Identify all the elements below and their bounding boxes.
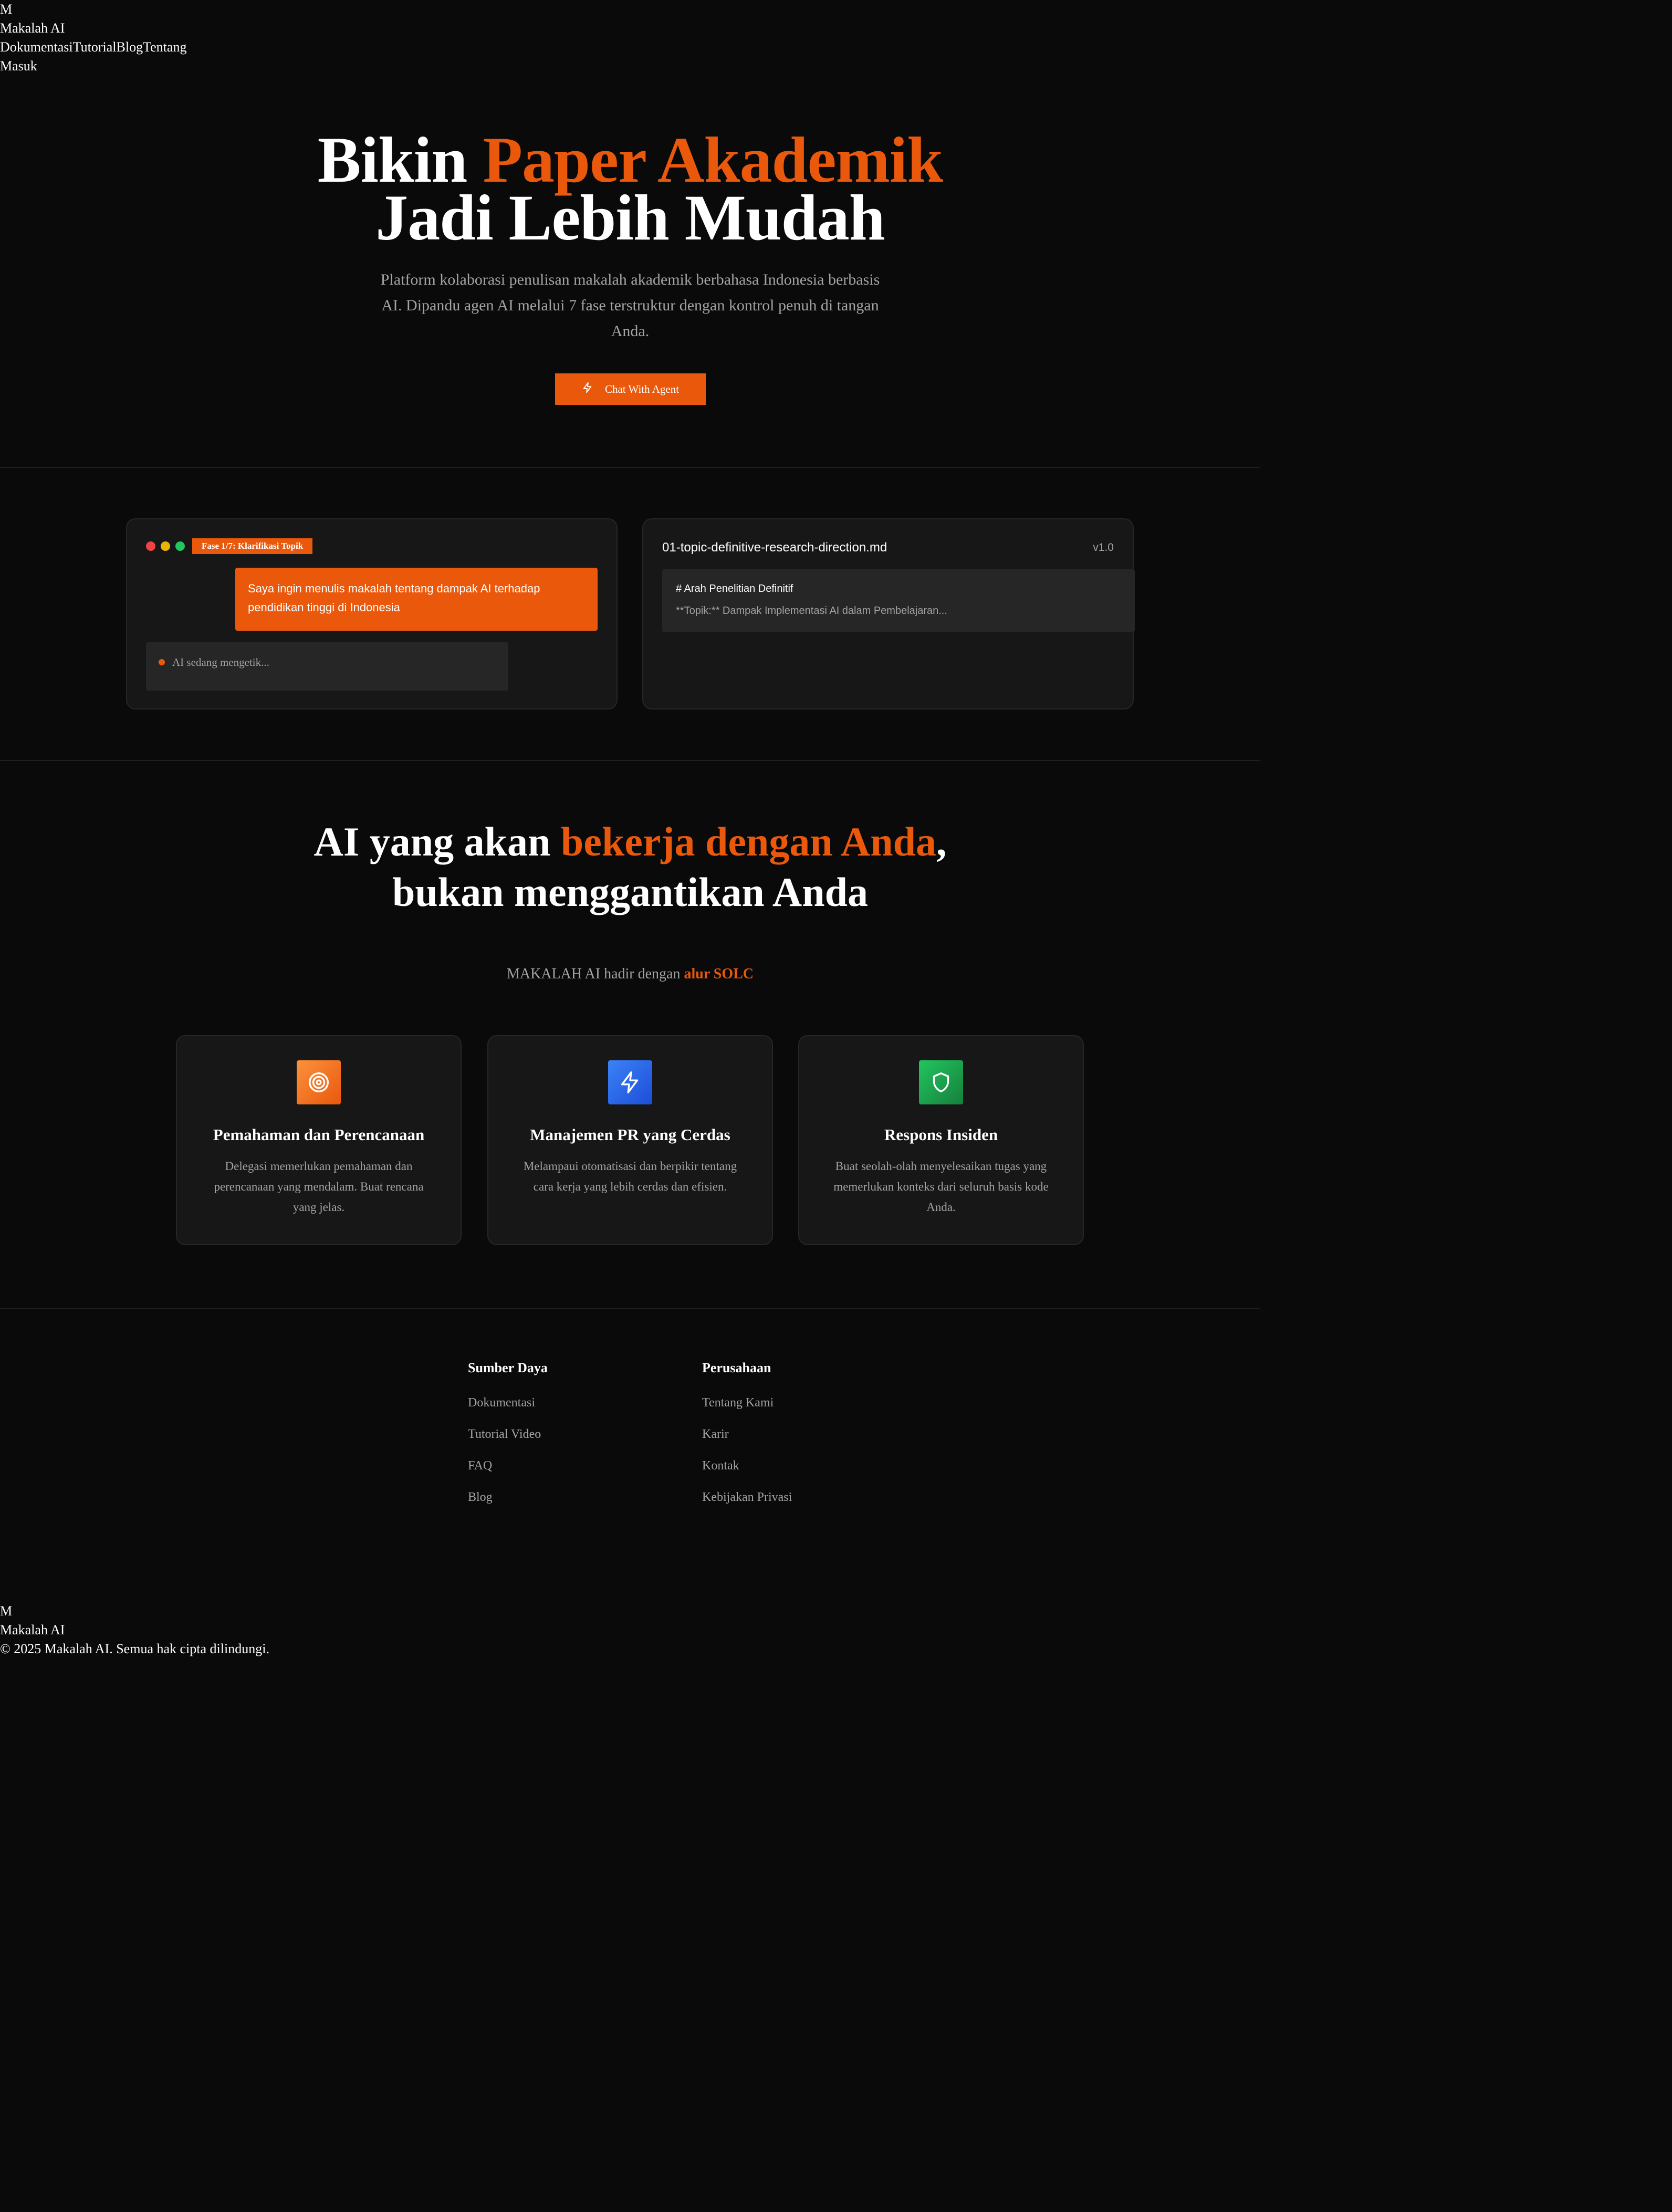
document-demo-card: 01-topic-definitive-research-direction.m…	[642, 518, 1135, 709]
minimize-dot	[161, 541, 170, 551]
hero-title-line2: Jadi Lebih Mudah	[375, 182, 885, 254]
section-divider	[0, 467, 1260, 468]
feature-card: Pemahaman dan Perencanaan Delegasi memer…	[176, 1035, 462, 1245]
document-filename: 01-topic-definitive-research-direction.m…	[662, 540, 887, 555]
footer-brand-name[interactable]: Makalah AI	[0, 1621, 269, 1640]
copyright-text: © 2025 Makalah AI. Semua hak cipta dilin…	[0, 1641, 269, 1656]
maximize-dot	[175, 541, 185, 551]
user-message-bubble: Saya ingin menulis makalah tentang dampa…	[235, 568, 598, 631]
close-dot	[146, 541, 155, 551]
feature-description: Delegasi memerlukan pemahaman dan perenc…	[214, 1160, 424, 1214]
main-nav: Dokumentasi Tutorial Blog Tentang	[0, 38, 186, 57]
phase-badge: Fase 1/7: Klarifikasi Topik	[192, 538, 313, 554]
features-section: AI yang akan bekerja dengan Anda, bukan …	[0, 817, 1260, 983]
hero-section: Bikin Paper Akademik Jadi Lebih Mudah Pl…	[0, 128, 1260, 405]
document-preview: # Arah Penelitian Definitif **Topik:** D…	[662, 569, 1135, 632]
chat-demo-card: Fase 1/7: Klarifikasi Topik Saya ingin m…	[126, 518, 618, 709]
typing-text: AI sedang mengetik...	[172, 656, 269, 669]
brand-name[interactable]: Makalah AI	[0, 19, 186, 38]
footer-column-company: Perusahaan Tentang Kami Karir Kontak Keb…	[702, 1360, 792, 1521]
feature-card: Manajemen PR yang Cerdas Melampaui otoma…	[487, 1035, 773, 1245]
footer-link-tutorial-video[interactable]: Tutorial Video	[468, 1426, 548, 1442]
nav-link-tutorial[interactable]: Tutorial	[73, 38, 117, 57]
footer-column-title: Perusahaan	[702, 1360, 771, 1375]
footer-link-karir[interactable]: Karir	[702, 1426, 792, 1442]
hero-subtitle: Platform kolaborasi penulisan makalah ak…	[380, 271, 880, 340]
footer-link-blog[interactable]: Blog	[468, 1489, 548, 1505]
document-version: v1.0	[1093, 541, 1114, 554]
lightning-icon	[608, 1060, 652, 1104]
footer-link-kebijakan-privasi[interactable]: Kebijakan Privasi	[702, 1489, 792, 1505]
site-header: M Makalah AI Dokumentasi Tutorial Blog T…	[0, 0, 186, 76]
lightning-icon	[582, 382, 593, 397]
feature-description: Buat seolah-olah menyelesaikan tugas yan…	[833, 1160, 1049, 1214]
tagline-prefix: MAKALAH AI hadir dengan	[506, 966, 684, 982]
features-heading-part1: AI yang akan	[314, 819, 561, 864]
features-heading: AI yang akan bekerja dengan Anda, bukan …	[0, 817, 1260, 917]
nav-link-dokumentasi[interactable]: Dokumentasi	[0, 38, 73, 57]
footer-column-title: Sumber Daya	[468, 1360, 548, 1375]
footer-link-kontak[interactable]: Kontak	[702, 1458, 792, 1474]
features-heading-line2: bukan menggantikan Anda	[392, 869, 869, 915]
section-divider	[0, 1308, 1260, 1309]
nav-link-tentang[interactable]: Tentang	[143, 38, 186, 57]
login-link[interactable]: Masuk	[0, 57, 186, 76]
footer-link-dokumentasi[interactable]: Dokumentasi	[468, 1395, 548, 1411]
footer-column-resources: Sumber Daya Dokumentasi Tutorial Video F…	[468, 1360, 548, 1521]
target-icon	[297, 1060, 341, 1104]
chat-with-agent-label: Chat With Agent	[604, 382, 680, 395]
logo-mark[interactable]: M	[0, 0, 186, 19]
features-heading-part2: ,	[936, 819, 947, 864]
section-divider	[0, 760, 1260, 761]
tagline-strong: alur SOLC	[684, 966, 754, 982]
feature-title: Respons Insiden	[884, 1125, 998, 1144]
nav-link-blog[interactable]: Blog	[117, 38, 143, 57]
ai-typing-indicator: AI sedang mengetik...	[146, 642, 508, 691]
footer-logo-mark[interactable]: M	[0, 1602, 269, 1621]
chat-with-agent-button[interactable]: Chat With Agent	[555, 373, 706, 405]
document-heading: # Arah Penelitian Definitif	[676, 583, 793, 594]
feature-card: Respons Insiden Buat seolah-olah menyele…	[798, 1035, 1084, 1245]
footer-bottom: M Makalah AI © 2025 Makalah AI. Semua ha…	[0, 1602, 269, 1658]
footer-link-tentang-kami[interactable]: Tentang Kami	[702, 1395, 792, 1411]
typing-dot-icon	[159, 659, 165, 665]
feature-title: Pemahaman dan Perencanaan	[213, 1125, 425, 1144]
feature-description: Melampaui otomatisasi dan berpikir tenta…	[523, 1160, 737, 1193]
features-tagline: MAKALAH AI hadir dengan alur SOLC	[0, 966, 1260, 983]
feature-title: Manajemen PR yang Cerdas	[530, 1125, 730, 1144]
features-heading-accent: bekerja dengan Anda	[560, 819, 936, 864]
hero-title: Bikin Paper Akademik Jadi Lebih Mudah	[0, 128, 1260, 251]
footer-link-faq[interactable]: FAQ	[468, 1458, 548, 1474]
window-controls	[146, 541, 185, 551]
shield-icon	[919, 1060, 963, 1104]
document-line: **Topik:** Dampak Implementasi AI dalam …	[676, 605, 947, 617]
